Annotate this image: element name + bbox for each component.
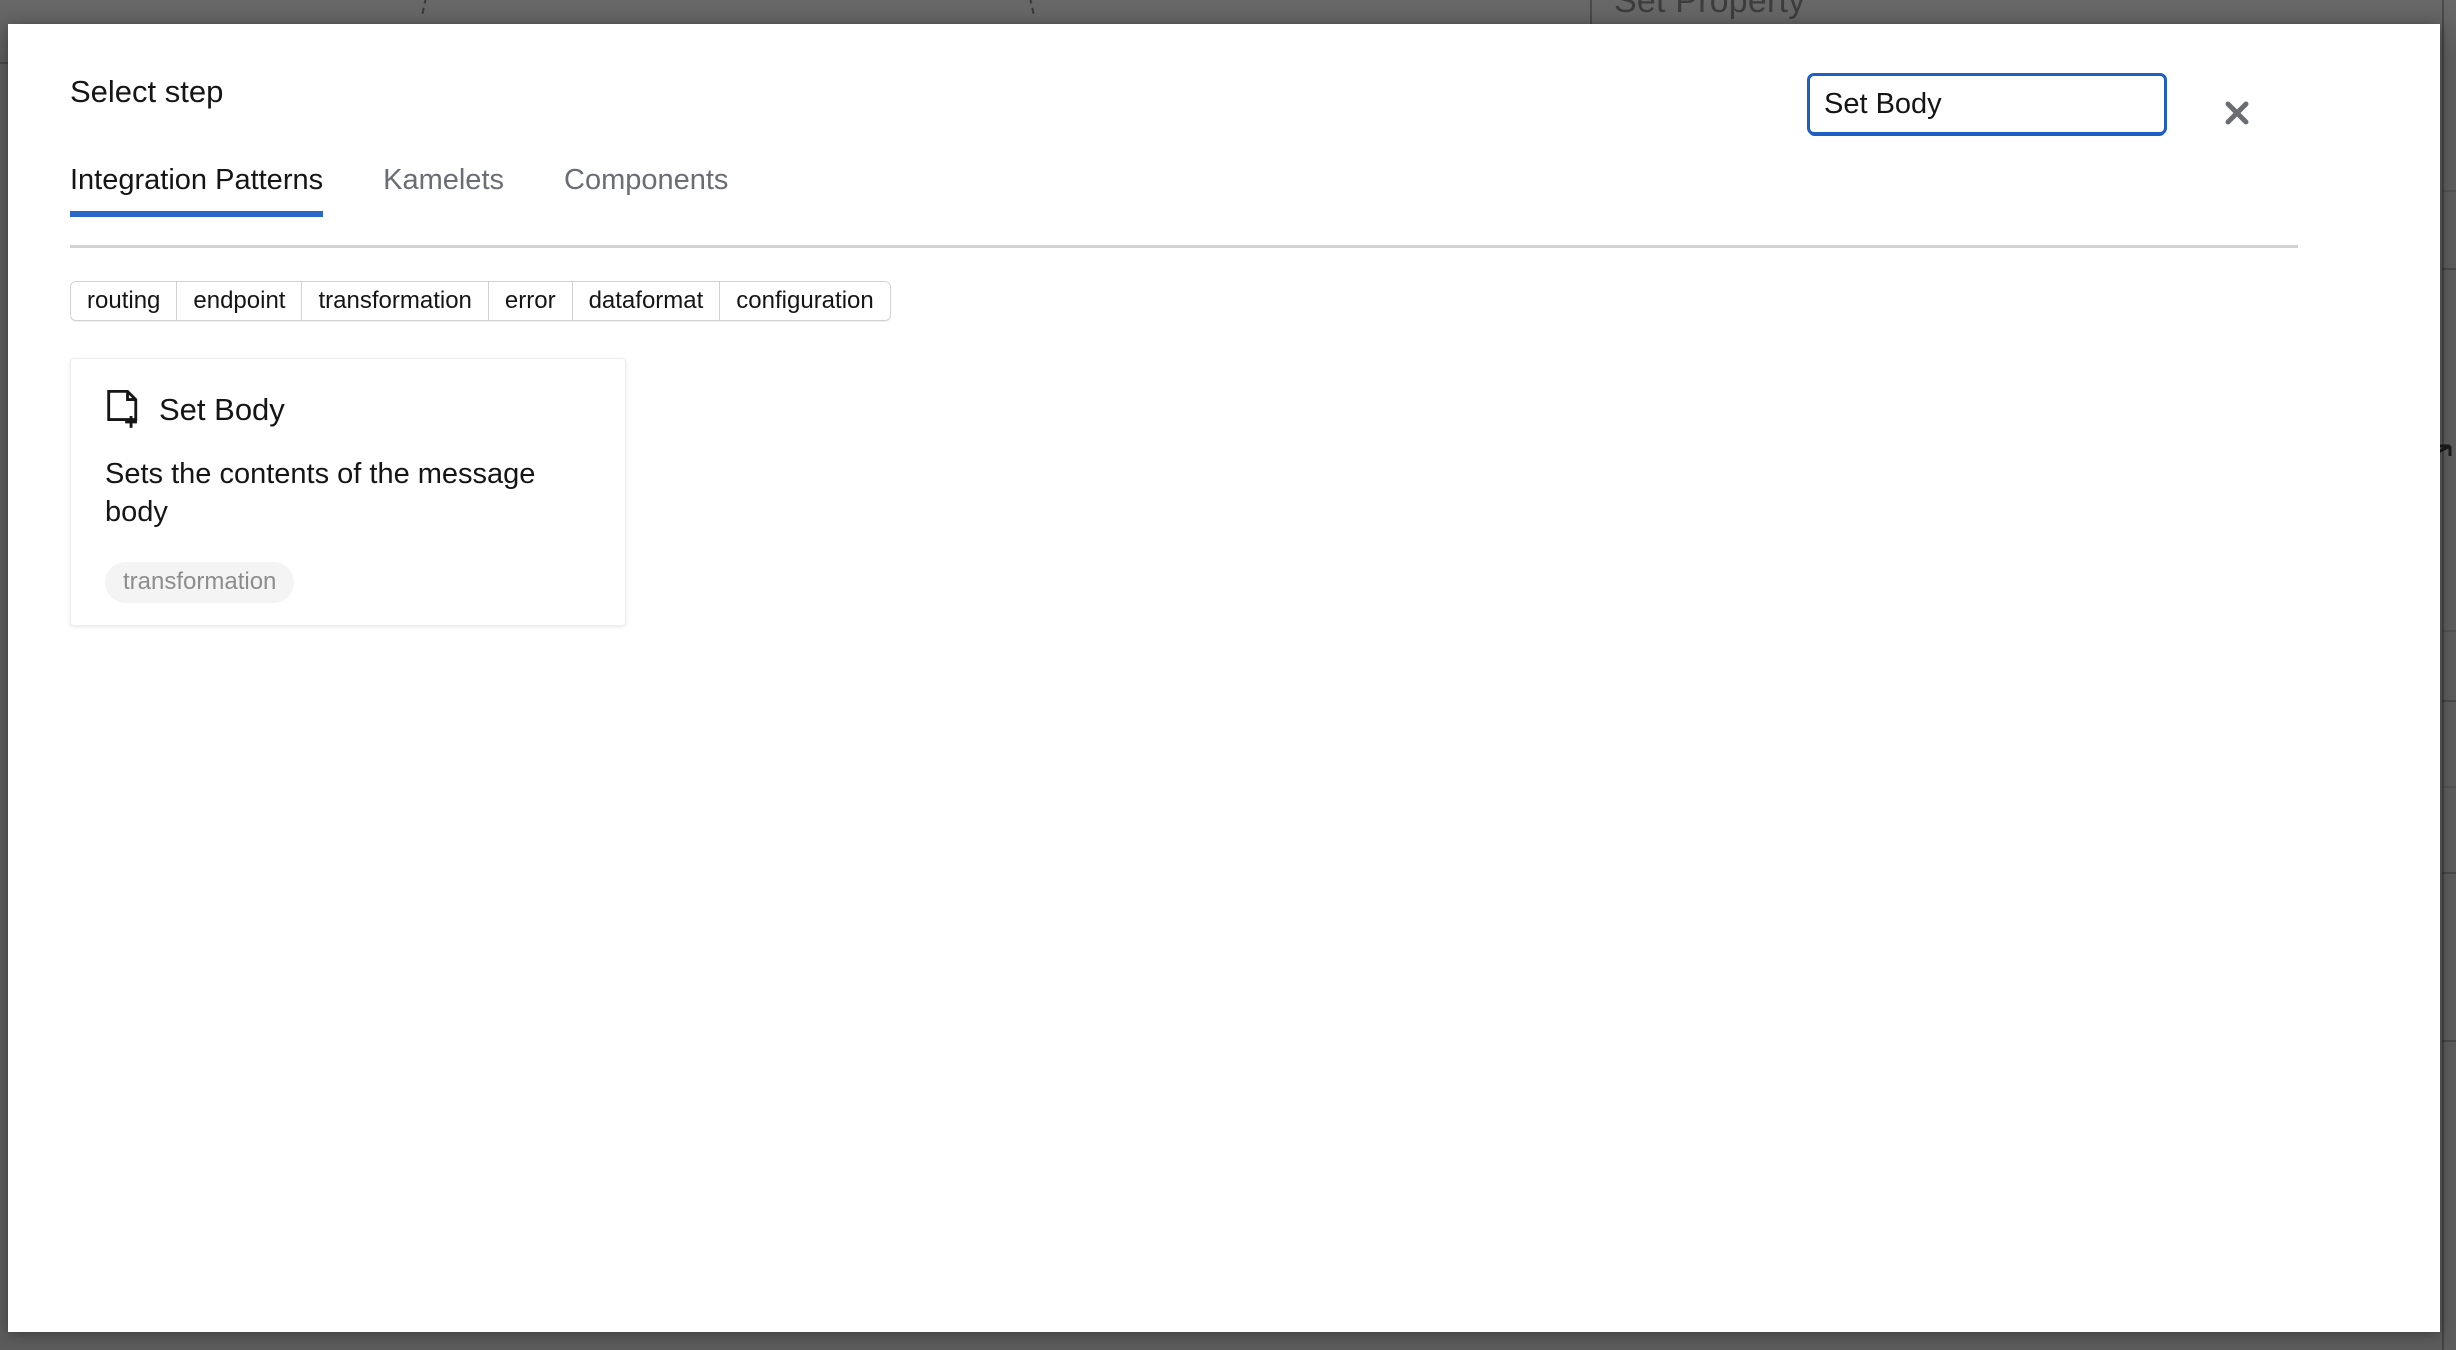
screen: Set Property Select step Set Body Integr… [0, 0, 2456, 1350]
tab-label: Integration Patterns [70, 164, 324, 196]
right-panel-row-divider-5 [2442, 786, 2456, 788]
search-input[interactable] [1807, 73, 2167, 135]
step-results-grid: Set Body Sets the contents of the messag… [70, 358, 2400, 626]
tab-components[interactable]: Components [534, 166, 758, 217]
step-card-set-body[interactable]: Set Body Sets the contents of the messag… [70, 358, 626, 626]
right-panel-row-divider-3 [2442, 630, 2456, 632]
filter-chip-transformation[interactable]: transformation [302, 282, 489, 320]
catalog-tabs: Integration Patterns Kamelets Components [70, 166, 758, 217]
right-panel-divider [2442, 0, 2444, 1350]
right-panel-row-divider-4 [2442, 700, 2456, 702]
tab-label: Kamelets [383, 164, 504, 196]
filter-chip-error[interactable]: error [488, 282, 573, 320]
step-card-label-transformation: transformation [105, 562, 295, 603]
step-card-title: Set Body [159, 391, 285, 427]
panel-divider [1590, 0, 1592, 26]
right-panel-row-divider-7 [2442, 1040, 2456, 1042]
filter-chip-configuration[interactable]: configuration [720, 282, 890, 320]
filter-chip-dataformat[interactable]: dataformat [572, 282, 721, 320]
category-filter-group: routing endpoint transformation error da… [70, 281, 891, 321]
step-card-description: Sets the contents of the message body [105, 458, 536, 529]
search-field-wrapper [1807, 73, 2167, 135]
tab-label: Components [564, 164, 729, 196]
step-card-header: Set Body [105, 389, 591, 429]
modal-header: Select step [8, 24, 2440, 144]
file-plus-icon [107, 389, 138, 428]
background-node-label: Set Property [1614, 0, 1806, 20]
close-icon [2225, 101, 2249, 125]
tabs-divider [70, 245, 2298, 248]
right-panel-row-divider-6 [2442, 872, 2456, 874]
filter-chip-endpoint[interactable]: endpoint [177, 282, 303, 320]
right-panel-row-divider-2 [2442, 190, 2456, 192]
close-button[interactable] [2214, 90, 2260, 136]
step-card-labels: transformation [105, 562, 295, 603]
page-title: Select step [70, 74, 224, 109]
select-step-modal: Select step Integration Patterns Kamelet… [8, 24, 2440, 1332]
right-panel-row-divider-1 [2442, 268, 2456, 270]
tab-kamelets[interactable]: Kamelets [353, 166, 534, 217]
filter-chip-routing[interactable]: routing [71, 282, 178, 320]
tab-integration-patterns[interactable]: Integration Patterns [70, 166, 353, 217]
